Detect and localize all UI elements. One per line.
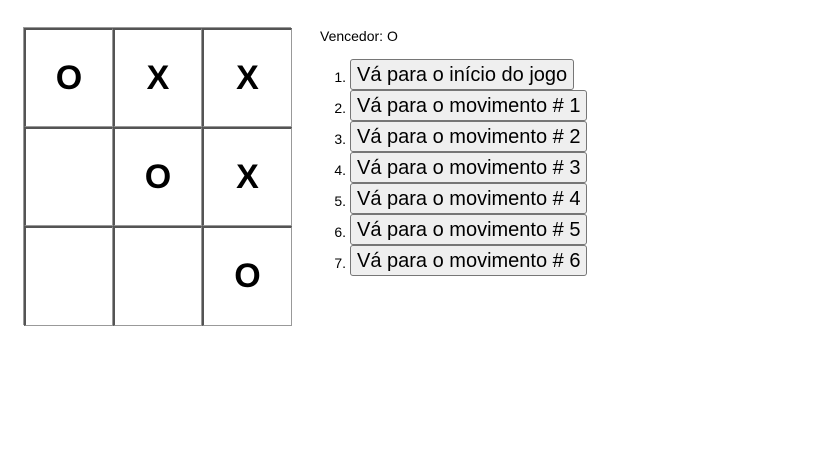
game: O X X O X O: [23, 27, 292, 326]
game-status: Vencedor: O: [320, 28, 398, 44]
board-square-7[interactable]: [24, 226, 113, 326]
go-to-move-4-button[interactable]: Vá para o movimento # 4: [350, 183, 588, 214]
move-history-list: 1. Vá para o início do jogo 2. Vá para o…: [320, 59, 588, 276]
move-number: 2.: [334, 99, 346, 116]
move-number: 4.: [334, 161, 346, 178]
go-to-start-button[interactable]: Vá para o início do jogo: [350, 59, 575, 90]
move-list-item: 6. Vá para o movimento # 5: [320, 214, 588, 245]
board-square-5[interactable]: O: [113, 127, 202, 226]
go-to-move-3-button[interactable]: Vá para o movimento # 3: [350, 152, 588, 183]
board-square-4[interactable]: [24, 127, 113, 226]
move-number: 6.: [334, 223, 346, 240]
board-square-9[interactable]: O: [202, 226, 292, 326]
go-to-move-1-button[interactable]: Vá para o movimento # 1: [350, 90, 588, 121]
go-to-move-6-button[interactable]: Vá para o movimento # 6: [350, 245, 588, 276]
go-to-move-2-button[interactable]: Vá para o movimento # 2: [350, 121, 588, 152]
move-number: 5.: [334, 192, 346, 209]
board-square-8[interactable]: [113, 226, 202, 326]
board-square-6[interactable]: X: [202, 127, 292, 226]
move-list-item: 3. Vá para o movimento # 2: [320, 121, 588, 152]
move-number: 3.: [334, 130, 346, 147]
move-list-item: 4. Vá para o movimento # 3: [320, 152, 588, 183]
game-board: O X X O X O: [23, 27, 292, 326]
move-list-item: 5. Vá para o movimento # 4: [320, 183, 588, 214]
move-list-item: 7. Vá para o movimento # 6: [320, 245, 588, 276]
move-number: 7.: [334, 254, 346, 271]
board-square-1[interactable]: O: [24, 28, 113, 127]
board-square-2[interactable]: X: [113, 28, 202, 127]
move-list-item: 1. Vá para o início do jogo: [320, 59, 587, 90]
move-list-item: 2. Vá para o movimento # 1: [320, 90, 588, 121]
game-info: Vencedor: O 1. Vá para o início do jogo …: [320, 28, 588, 276]
move-number: 1.: [334, 68, 346, 85]
go-to-move-5-button[interactable]: Vá para o movimento # 5: [350, 214, 588, 245]
board-square-3[interactable]: X: [202, 28, 292, 127]
